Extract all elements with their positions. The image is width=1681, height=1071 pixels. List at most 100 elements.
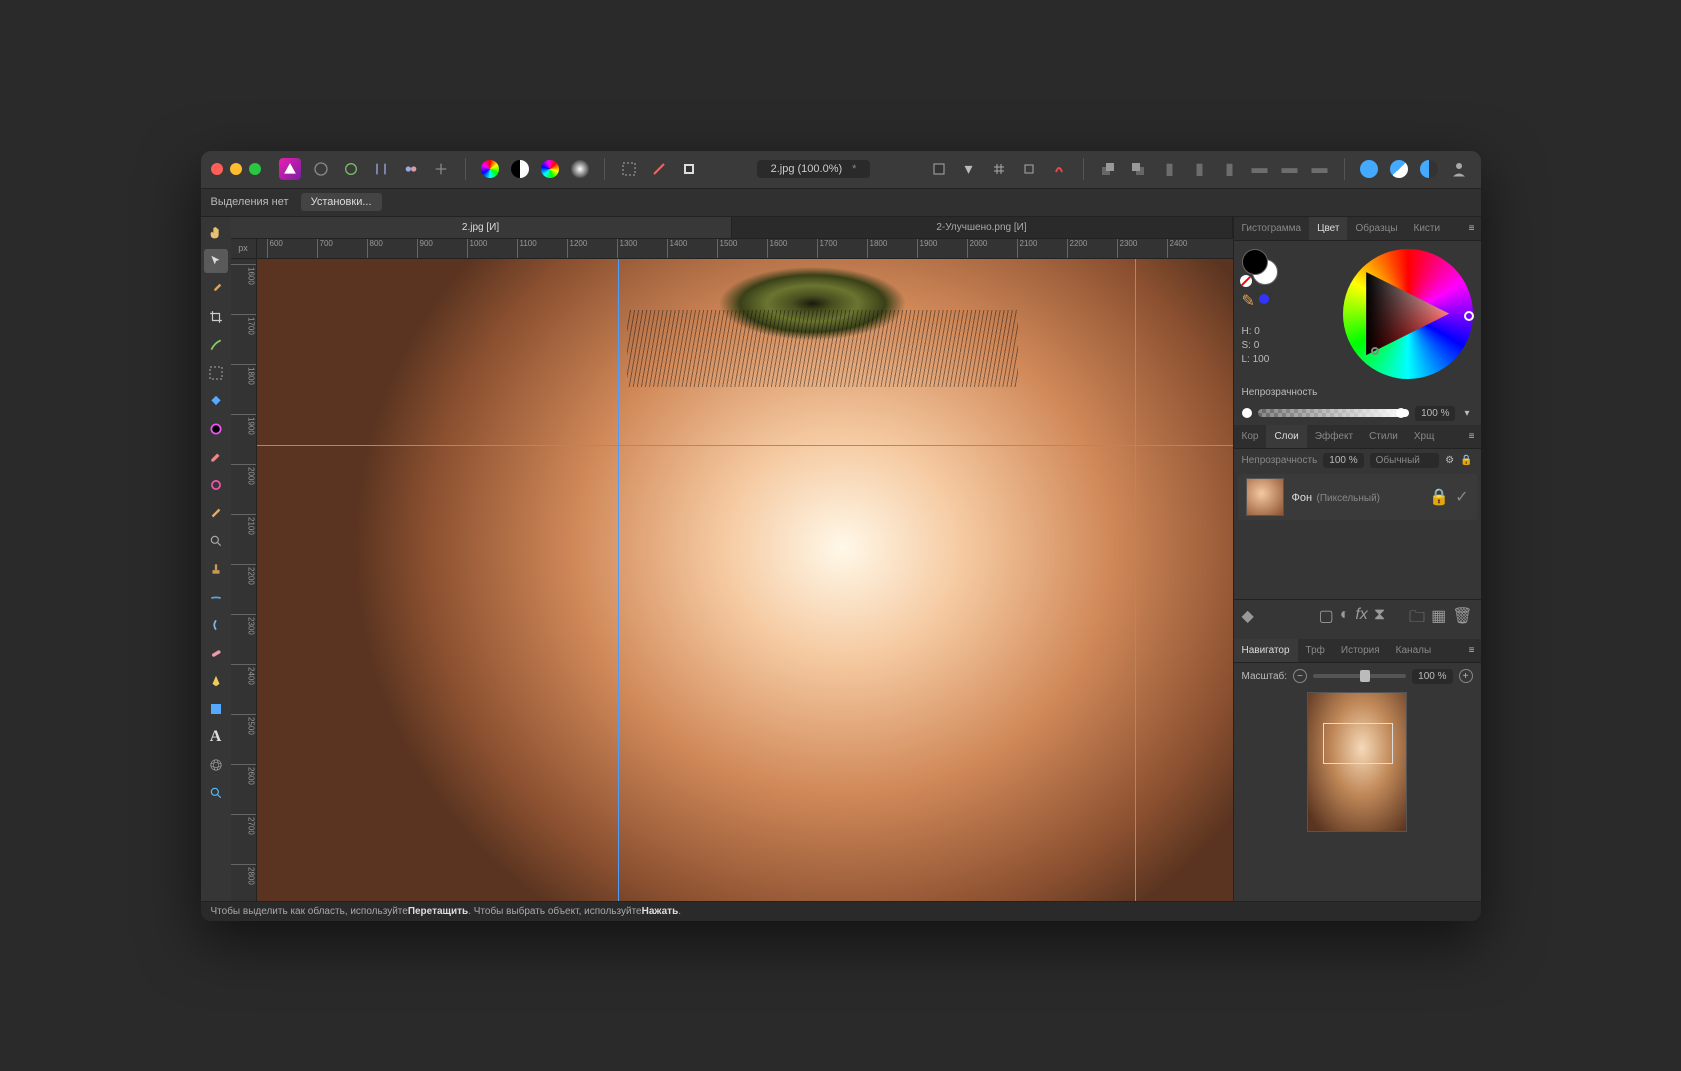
tab-history[interactable]: История <box>1333 639 1388 662</box>
tab-color[interactable]: Цвет <box>1309 217 1347 240</box>
selection-brush-tool[interactable] <box>204 333 228 357</box>
tab-brushes[interactable]: Кисти <box>1406 217 1449 240</box>
tab-effects[interactable]: Эффект <box>1307 425 1361 448</box>
layer-settings-icon[interactable]: ⚙ <box>1445 455 1454 466</box>
move-tool[interactable] <box>204 249 228 273</box>
eyedropper-icon[interactable]: ✎ <box>1242 291 1255 311</box>
blend-mode-select[interactable]: Обычный <box>1370 453 1439 468</box>
grid-icon[interactable] <box>987 157 1011 181</box>
minimize-window-button[interactable] <box>230 163 242 175</box>
zoom-slider[interactable] <box>1313 674 1406 678</box>
selection-diagonal-icon[interactable] <box>647 157 671 181</box>
navigator-thumbnail[interactable] <box>1307 692 1407 832</box>
guide-horizontal[interactable] <box>257 445 1233 446</box>
navigator-viewport-rect[interactable] <box>1323 723 1394 764</box>
guide-vertical[interactable] <box>618 259 619 901</box>
close-window-button[interactable] <box>211 163 223 175</box>
persona-liquify-icon[interactable] <box>339 157 363 181</box>
chevron-down-icon[interactable]: ▾ <box>957 157 981 181</box>
text-tool[interactable]: A <box>204 725 228 749</box>
color-triangle[interactable] <box>1366 272 1449 355</box>
panel-menu-icon[interactable]: ≡ <box>1463 217 1481 240</box>
sponge-tool[interactable] <box>204 585 228 609</box>
assist-blue-icon[interactable] <box>1357 157 1381 181</box>
color-chip-icon[interactable] <box>1259 291 1269 311</box>
foreground-color-swatch[interactable] <box>1242 249 1268 275</box>
selection-refine-icon[interactable] <box>677 157 701 181</box>
presets-button[interactable]: Установки... <box>301 193 382 211</box>
layer-opacity-value[interactable]: 100 % <box>1323 453 1363 468</box>
fx-icon[interactable]: fx <box>1355 606 1367 633</box>
tab-histogram[interactable]: Гистограмма <box>1234 217 1310 240</box>
adjust-bw-icon[interactable] <box>508 157 532 181</box>
smudge-tool[interactable] <box>204 613 228 637</box>
layer-locked-icon[interactable]: 🔒 <box>1429 487 1449 507</box>
zoom-slider-thumb[interactable] <box>1360 670 1370 682</box>
layer-thumbnail[interactable] <box>1246 478 1284 516</box>
panel-menu-icon[interactable]: ≡ <box>1463 425 1481 448</box>
marquee-tool[interactable] <box>204 361 228 385</box>
guides-icon[interactable] <box>1017 157 1041 181</box>
inpainting-tool[interactable] <box>204 501 228 525</box>
quickmask-icon[interactable] <box>927 157 951 181</box>
panel-menu-icon[interactable]: ≡ <box>1463 639 1481 662</box>
layer-row[interactable]: Фон (Пиксельный) 🔒 ✓ <box>1238 474 1477 520</box>
opacity-slider-thumb[interactable] <box>1395 407 1407 419</box>
maximize-window-button[interactable] <box>249 163 261 175</box>
persona-photo-icon[interactable] <box>309 157 333 181</box>
ruler-horizontal[interactable]: 6007008009001000110012001300140015001600… <box>257 239 1233 259</box>
stamp-tool[interactable] <box>204 557 228 581</box>
tab-navigator[interactable]: Навигатор <box>1234 639 1298 662</box>
view-tool[interactable] <box>204 781 228 805</box>
tab-layers[interactable]: Слои <box>1266 425 1306 448</box>
layer-blend-icon[interactable]: ◆ <box>1242 606 1254 633</box>
delete-layer-icon[interactable]: 🗑 <box>1452 606 1472 633</box>
adjust-vignette-icon[interactable] <box>568 157 592 181</box>
zoom-tool-2[interactable] <box>204 529 228 553</box>
adjustment-icon[interactable]: ◐ <box>1340 606 1350 633</box>
rectangle-tool[interactable] <box>204 697 228 721</box>
color-wheel[interactable] <box>1343 249 1473 379</box>
selection-rect-icon[interactable] <box>617 157 641 181</box>
document-tab-1[interactable]: 2.jpg [И] <box>231 217 732 238</box>
crop-layer-icon[interactable]: ⧗ <box>1374 606 1385 633</box>
tab-channels[interactable]: Каналы <box>1388 639 1440 662</box>
canvas-viewport[interactable]: px 6007008009001000110012001300140015001… <box>231 239 1233 901</box>
layer-visible-icon[interactable]: ✓ <box>1455 487 1468 507</box>
opacity-value[interactable]: 100 % <box>1415 406 1455 421</box>
add-layer-icon[interactable]: ▦ <box>1431 606 1446 633</box>
arrange-forward-icon[interactable] <box>1126 157 1150 181</box>
crop-tool[interactable] <box>204 305 228 329</box>
layer-lock-icon[interactable]: 🔒 <box>1460 455 1472 466</box>
tab-stock[interactable]: Хрщ <box>1406 425 1442 448</box>
no-color-swatch[interactable] <box>1240 275 1252 287</box>
clone-tool[interactable] <box>204 473 228 497</box>
zoom-in-button[interactable]: + <box>1459 669 1473 683</box>
group-icon[interactable]: 🗀 <box>1409 606 1425 633</box>
account-icon[interactable] <box>1447 157 1471 181</box>
adjust-color-icon[interactable] <box>478 157 502 181</box>
tab-styles[interactable]: Стили <box>1361 425 1406 448</box>
tab-transform[interactable]: Трф <box>1298 639 1333 662</box>
hand-tool[interactable] <box>204 221 228 245</box>
mesh-tool[interactable] <box>204 753 228 777</box>
persona-develop-icon[interactable] <box>369 157 393 181</box>
opacity-dropdown-icon[interactable]: ▾ <box>1461 408 1472 419</box>
zoom-out-button[interactable]: − <box>1293 669 1307 683</box>
persona-tone-icon[interactable] <box>399 157 423 181</box>
mask-icon[interactable]: ▢ <box>1319 606 1334 633</box>
adjust-hue-icon[interactable] <box>538 157 562 181</box>
healing-tool[interactable] <box>204 641 228 665</box>
ruler-unit-label[interactable]: px <box>231 239 257 259</box>
paint-brush-tool[interactable] <box>204 417 228 441</box>
hue-handle[interactable] <box>1464 311 1474 321</box>
pen-tool[interactable] <box>204 669 228 693</box>
assist-split-icon[interactable] <box>1417 157 1441 181</box>
ruler-vertical[interactable]: 1600170018001900200021002200230024002500… <box>231 259 257 901</box>
persona-export-icon[interactable] <box>429 157 453 181</box>
opacity-slider[interactable] <box>1258 409 1410 417</box>
zoom-value[interactable]: 100 % <box>1412 669 1452 684</box>
snap-icon[interactable] <box>1047 157 1071 181</box>
erase-tool[interactable] <box>204 445 228 469</box>
sl-handle[interactable] <box>1371 347 1379 355</box>
